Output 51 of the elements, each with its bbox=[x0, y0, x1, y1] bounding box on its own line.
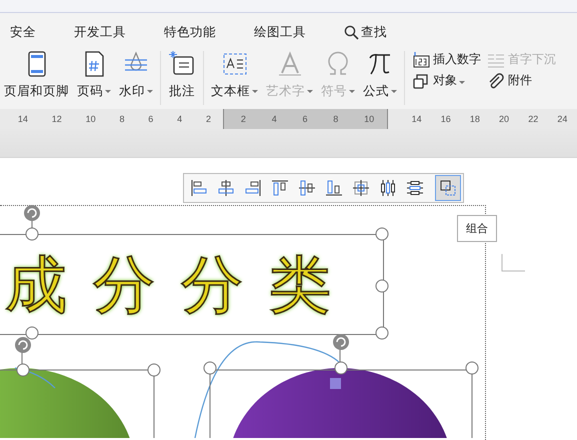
ruler-number: 6 bbox=[148, 114, 154, 124]
number-icon bbox=[412, 52, 430, 68]
ruler-number: 20 bbox=[499, 114, 510, 124]
ruler-number: 22 bbox=[528, 114, 538, 124]
ribbon-button[interactable]: 页码 bbox=[75, 51, 113, 100]
search-icon bbox=[344, 24, 359, 40]
margin-corner-mark bbox=[501, 254, 525, 272]
paperclip-icon bbox=[487, 72, 505, 88]
search-label: 查找 bbox=[361, 24, 387, 40]
caret-icon bbox=[252, 90, 258, 93]
ribbon-button[interactable]: 水印 bbox=[117, 51, 155, 100]
ruler-number: 16 bbox=[440, 114, 451, 124]
ribbon-tab[interactable]: 特色功能 bbox=[152, 24, 228, 40]
ruler-number: 8 bbox=[119, 114, 124, 124]
ruler-number: 8 bbox=[333, 114, 338, 124]
ruler-number: 12 bbox=[52, 114, 62, 124]
ruler-number: 14 bbox=[412, 114, 422, 124]
drop-cap-icon bbox=[487, 52, 505, 68]
ribbon-button[interactable]: 页眉和页脚 bbox=[2, 51, 71, 100]
caret-icon bbox=[349, 90, 355, 93]
ruler-number: 6 bbox=[302, 114, 308, 124]
object-icon bbox=[412, 72, 430, 88]
text-box-icon bbox=[220, 51, 248, 77]
ruler-number: 2 bbox=[240, 114, 246, 124]
caret-icon bbox=[391, 90, 397, 93]
tooltip: 组合 bbox=[457, 215, 497, 242]
caret-icon bbox=[307, 90, 313, 93]
ruler-number: 10 bbox=[364, 114, 374, 124]
ruler-number: 2 bbox=[206, 114, 211, 124]
caret-icon bbox=[459, 81, 465, 84]
ribbon-button[interactable]: 附件 bbox=[487, 72, 556, 89]
ruler-number: 14 bbox=[18, 114, 28, 124]
ruler-number: 4 bbox=[272, 114, 277, 124]
ribbon-button[interactable]: 批注 bbox=[166, 51, 198, 100]
ribbon-tab[interactable]: 开发工具 bbox=[62, 24, 138, 40]
ribbon-tab[interactable]: 绘图工具 bbox=[242, 24, 318, 40]
ruler-number: 4 bbox=[177, 114, 182, 124]
ruler-number: 10 bbox=[86, 114, 96, 124]
ribbon-button[interactable]: 对象 bbox=[412, 72, 481, 89]
caret-icon bbox=[147, 90, 153, 93]
ribbon-button[interactable]: 插入数字 bbox=[412, 51, 481, 68]
ruler-number: 24 bbox=[557, 114, 568, 124]
ribbon-button[interactable]: 文本框 bbox=[209, 51, 260, 100]
comment-icon bbox=[168, 51, 196, 77]
word-art-text: 成分分类 bbox=[5, 254, 357, 316]
ruler-number: 18 bbox=[470, 114, 480, 124]
caret-icon bbox=[105, 90, 111, 93]
search-tab[interactable]: 查找 bbox=[332, 24, 399, 40]
ribbon-button[interactable]: 公式 bbox=[361, 51, 399, 100]
group-icon[interactable] bbox=[435, 175, 461, 201]
ribbon-tab[interactable]: 安全 bbox=[10, 24, 48, 40]
